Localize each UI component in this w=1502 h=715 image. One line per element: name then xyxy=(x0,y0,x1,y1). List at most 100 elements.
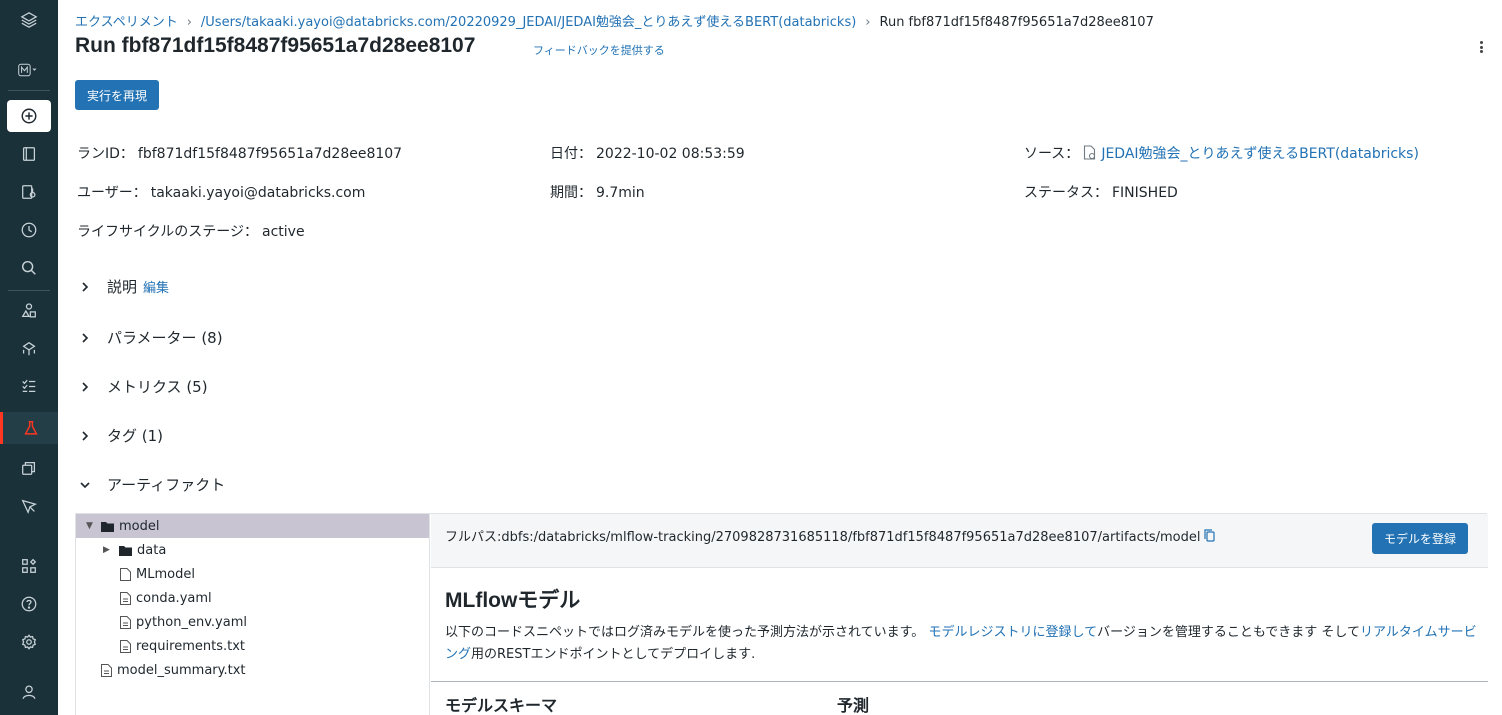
breadcrumb-notebook-link[interactable]: /Users/takaaki.yayoi@databricks.com/2022… xyxy=(201,15,856,30)
status-label: ステータス： xyxy=(1024,185,1108,201)
status-value: FINISHED xyxy=(1112,185,1178,201)
settings-gear-icon[interactable] xyxy=(0,626,58,658)
artifacts-section[interactable]: アーティファクト xyxy=(79,474,225,495)
fullpath-text: フルパス:dbfs:/databricks/mlflow-tracking/27… xyxy=(445,530,1201,545)
artifact-detail: フルパス:dbfs:/databricks/mlflow-tracking/27… xyxy=(431,514,1488,715)
tree-item-conda[interactable]: conda.yaml xyxy=(76,586,429,610)
clusters-icon[interactable] xyxy=(0,333,58,365)
breadcrumb-experiments-link[interactable]: エクスペリメント xyxy=(75,15,178,30)
tree-item-label: python_env.yaml xyxy=(136,614,247,630)
user-label: ユーザー： xyxy=(77,185,147,201)
artifact-path-bar: フルパス:dbfs:/databricks/mlflow-tracking/27… xyxy=(431,514,1488,568)
tree-item-model-summary[interactable]: model_summary.txt xyxy=(76,658,429,682)
chevron-right-icon xyxy=(82,281,89,292)
model-registry-link[interactable]: モデルレジストリに登録して xyxy=(928,625,1097,640)
user-value: takaaki.yayoi@databricks.com xyxy=(150,185,366,201)
artifacts-heading: アーティファクト xyxy=(107,476,226,494)
date-value: 2022-10-02 08:53:59 xyxy=(596,146,745,162)
recents-clock-icon[interactable] xyxy=(0,214,58,246)
data-icon[interactable] xyxy=(0,295,58,327)
model-schema-heading: モデルスキーマ xyxy=(445,696,558,715)
breadcrumb: エクスペリメント › /Users/takaaki.yayoi@databricks… xyxy=(75,11,1154,30)
metrics-section[interactable]: メトリクス (5) xyxy=(79,376,208,397)
tree-item-label: model xyxy=(119,518,160,534)
more-options-icon[interactable] xyxy=(1477,38,1485,56)
mlflow-model-title: MLflowモデル xyxy=(445,589,581,612)
mlflow-model-description: 以下のコードスニペットではログ済みモデルを使った予測方法が示されています。 モデ… xyxy=(445,622,1477,666)
duration-label: 期間： xyxy=(550,185,592,201)
artifact-fullpath: フルパス:dbfs:/databricks/mlflow-tracking/27… xyxy=(445,526,1216,545)
models-icon[interactable] xyxy=(0,490,58,522)
page-title: Run fbf871df15f8487f95651a7d28ee8107 xyxy=(75,34,476,57)
run-id-field: ランID： fbf871df15f8487f95651a7d28ee8107 xyxy=(77,143,402,163)
create-new-icon[interactable] xyxy=(7,100,51,132)
triangle-down-icon[interactable]: ▼ xyxy=(86,521,96,531)
workflows-icon[interactable] xyxy=(0,370,58,402)
tree-item-mlmodel[interactable]: MLmodel xyxy=(76,562,429,586)
parameters-section[interactable]: パラメーター (8) xyxy=(79,327,223,348)
file-icon xyxy=(120,615,131,629)
tree-item-data[interactable]: ▶ data xyxy=(76,538,429,562)
breadcrumb-current: Run fbf871df15f8487f95651a7d28ee8107 xyxy=(879,15,1154,30)
breadcrumb-separator: › xyxy=(865,15,871,30)
user-field: ユーザー： takaaki.yayoi@databricks.com xyxy=(77,182,365,202)
tags-heading: タグ (1) xyxy=(107,427,164,445)
artifacts-panel: ▼ model ▶ data MLmodel conda.yaml python… xyxy=(75,513,1488,715)
date-field: 日付： 2022-10-02 08:53:59 xyxy=(550,143,745,163)
file-icon xyxy=(101,663,112,677)
sidebar xyxy=(0,0,58,715)
run-id-label: ランID： xyxy=(77,146,134,162)
folder-icon xyxy=(119,545,132,556)
tree-item-label: conda.yaml xyxy=(136,590,212,606)
experiments-flask-icon[interactable] xyxy=(0,412,58,444)
source-field: ソース： JEDAI勉強会_とりあえず使えるBERT(databricks) xyxy=(1024,143,1419,163)
tree-item-label: model_summary.txt xyxy=(117,662,246,678)
breadcrumb-separator: › xyxy=(186,15,192,30)
feature-store-icon[interactable] xyxy=(0,452,58,484)
user-account-icon[interactable] xyxy=(0,676,58,708)
search-icon[interactable] xyxy=(0,252,58,284)
persona-switcher-icon[interactable] xyxy=(18,60,38,80)
tree-item-label: data xyxy=(137,542,167,558)
tree-item-label: MLmodel xyxy=(136,566,195,582)
main-content: エクスペリメント › /Users/takaaki.yayoi@databricks… xyxy=(75,0,1502,715)
tags-section[interactable]: タグ (1) xyxy=(79,425,163,446)
source-label: ソース： xyxy=(1024,146,1080,162)
feedback-link[interactable]: フィードバックを提供する xyxy=(533,42,665,58)
chevron-down-icon xyxy=(80,481,90,488)
tree-item-label: requirements.txt xyxy=(136,638,246,654)
notebook-doc-icon xyxy=(1084,145,1096,160)
desc-text-1: 以下のコードスニペットではログ済みモデルを使った予測方法が示されています。 xyxy=(445,625,929,640)
description-section[interactable]: 説明 編集 xyxy=(79,276,169,297)
databricks-logo-icon[interactable] xyxy=(0,4,58,36)
file-icon xyxy=(120,639,131,653)
lifecycle-label: ライフサイクルのステージ： xyxy=(77,224,259,240)
description-heading: 説明 xyxy=(107,278,138,296)
tree-item-requirements[interactable]: requirements.txt xyxy=(76,634,429,658)
metrics-heading: メトリクス (5) xyxy=(107,378,208,396)
divider xyxy=(431,681,1488,682)
edit-description-link[interactable]: 編集 xyxy=(143,277,169,296)
register-model-button[interactable]: モデルを登録 xyxy=(1372,523,1469,554)
partner-connect-icon[interactable] xyxy=(0,550,58,582)
reproduce-run-button[interactable]: 実行を再現 xyxy=(75,80,160,110)
duration-field: 期間： 9.7min xyxy=(550,182,645,202)
tree-item-python-env[interactable]: python_env.yaml xyxy=(76,610,429,634)
triangle-right-icon[interactable]: ▶ xyxy=(103,545,113,555)
duration-value: 9.7min xyxy=(596,185,645,201)
date-label: 日付： xyxy=(550,146,592,162)
tree-item-model[interactable]: ▼ model xyxy=(76,514,429,538)
workspace-icon[interactable] xyxy=(0,138,58,170)
parameters-heading: パラメーター (8) xyxy=(107,329,223,347)
source-notebook-link[interactable]: JEDAI勉強会_とりあえず使えるBERT(databricks) xyxy=(1101,146,1419,162)
help-icon[interactable] xyxy=(0,588,58,620)
desc-text-2: バージョンを管理することもできます そして xyxy=(1097,625,1361,640)
run-id-value: fbf871df15f8487f95651a7d28ee8107 xyxy=(137,146,403,162)
lifecycle-field: ライフサイクルのステージ： active xyxy=(77,221,305,241)
repos-icon[interactable] xyxy=(0,176,58,208)
desc-text-3: 用のRESTエンドポイントとしてデプロイします. xyxy=(471,647,756,662)
chevron-right-icon xyxy=(82,381,89,392)
file-icon xyxy=(120,591,131,605)
chevron-right-icon xyxy=(82,430,89,441)
copy-icon[interactable] xyxy=(1204,529,1216,542)
